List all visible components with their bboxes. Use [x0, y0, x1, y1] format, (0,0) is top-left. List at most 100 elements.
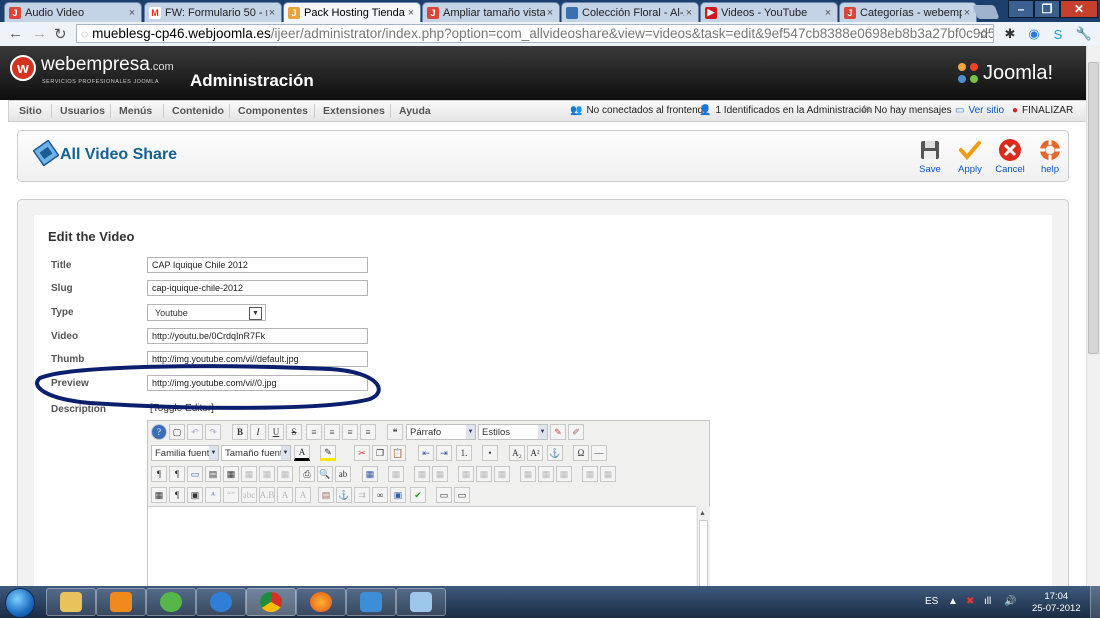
superscript-icon[interactable]: A² — [527, 445, 543, 461]
taskbar-internet-explorer[interactable] — [196, 588, 246, 616]
cancel-button[interactable]: Cancel — [990, 138, 1030, 175]
paste-icon[interactable]: 📋 — [390, 445, 406, 461]
row-props-icon[interactable]: ▦ — [388, 466, 404, 482]
close-icon[interactable]: × — [962, 7, 972, 19]
browser-tab[interactable]: J Audio Video × — [4, 2, 142, 22]
redo-icon[interactable]: ↷ — [205, 424, 221, 440]
pagebreak-icon[interactable]: ⇉ — [354, 487, 370, 503]
taskbar-chrome[interactable] — [246, 588, 296, 616]
menu-contenido[interactable]: Contenido — [172, 105, 224, 117]
table-icon[interactable]: ▦ — [362, 466, 378, 482]
close-icon[interactable]: × — [823, 7, 833, 19]
blockquote-icon[interactable]: ❝ — [387, 424, 403, 440]
show-desktop-button[interactable] — [1090, 586, 1100, 618]
menu-componentes[interactable]: Componentes — [238, 105, 308, 117]
copy-icon[interactable]: ❐ — [372, 445, 388, 461]
close-window-button[interactable]: ✕ — [1060, 0, 1098, 18]
delete-col-icon[interactable]: ▦ — [494, 466, 510, 482]
layer-icon[interactable]: ▦ — [223, 466, 239, 482]
taskbar-app-notes[interactable] — [396, 588, 446, 616]
move-forward-icon[interactable]: ▦ — [241, 466, 257, 482]
move-backward-icon[interactable]: ▦ — [259, 466, 275, 482]
delete-text-icon[interactable]: A — [277, 487, 293, 503]
anchor-icon[interactable]: ⚓ — [547, 445, 563, 461]
align-center-icon[interactable]: ≡ — [324, 424, 340, 440]
delete-row-icon[interactable]: ▦ — [458, 466, 474, 482]
toggle-editor-link[interactable]: [Toggle Editor] — [150, 403, 214, 414]
view-site-link[interactable]: ▭ Ver sitio — [955, 105, 1004, 116]
visual-blocks-icon[interactable]: ▦ — [151, 487, 167, 503]
language-indicator[interactable]: ES — [925, 596, 938, 607]
styles-select[interactable]: Estilos ▼ — [478, 424, 548, 440]
title-input[interactable] — [147, 257, 368, 273]
menu-usuarios[interactable]: Usuarios — [60, 105, 105, 117]
reload-icon[interactable]: ↻ — [54, 25, 67, 43]
close-icon[interactable]: × — [127, 7, 137, 19]
new-document-icon[interactable]: ▢ — [169, 424, 185, 440]
browser-tab[interactable]: ▶ Videos - YouTube × — [700, 2, 838, 22]
brush-icon[interactable]: ✐ — [568, 424, 584, 440]
indent-icon[interactable]: ⇥ — [436, 445, 452, 461]
fullscreen-icon[interactable]: ▭ — [187, 466, 203, 482]
cite-icon[interactable]: “” — [223, 487, 239, 503]
insert-image-icon[interactable]: ▣ — [187, 487, 203, 503]
absolute-icon[interactable]: ▦ — [277, 466, 293, 482]
bullet-list-icon[interactable]: • — [482, 445, 498, 461]
media-icon[interactable]: ▣ — [390, 487, 406, 503]
replace-icon[interactable]: ab — [335, 466, 351, 482]
scroll-up-icon[interactable]: ▲ — [699, 510, 706, 517]
volume-icon[interactable]: 🔊 — [1004, 596, 1016, 607]
taskbar-app-arrow[interactable] — [346, 588, 396, 616]
template-icon[interactable]: ▭ — [436, 487, 452, 503]
browser-tab[interactable]: J Categorías - webempre× — [839, 2, 977, 22]
eye-extension-icon[interactable]: ◉ — [1026, 26, 1042, 42]
special-char-icon[interactable]: Ω — [573, 445, 589, 461]
split-cells-icon[interactable]: ▦ — [520, 466, 536, 482]
highlight-color-icon[interactable]: ✎ — [320, 445, 336, 461]
save-button[interactable]: Save — [910, 138, 950, 175]
insert-col-icon[interactable]: ▦ — [476, 466, 492, 482]
table-delete-icon[interactable]: ▦ — [556, 466, 572, 482]
abbr-icon[interactable]: abc — [241, 487, 257, 503]
rtl-icon[interactable]: ¶ — [169, 466, 185, 482]
cell-props-icon[interactable]: ▦ — [414, 466, 430, 482]
preview-icon[interactable]: ▤ — [205, 466, 221, 482]
windows-start-button[interactable] — [5, 588, 35, 618]
close-icon[interactable]: × — [267, 7, 277, 19]
insert-text-icon[interactable]: A — [295, 487, 311, 503]
align-left-icon[interactable]: ≡ — [342, 424, 358, 440]
acronym-icon[interactable]: A.B — [259, 487, 275, 503]
logout-link[interactable]: ● FINALIZAR — [1012, 105, 1073, 116]
taskbar-messenger[interactable] — [146, 588, 196, 616]
taskbar-explorer[interactable] — [46, 588, 96, 616]
spider-extension-icon[interactable]: ✱ — [1002, 26, 1018, 42]
underline-icon[interactable]: U — [268, 424, 284, 440]
back-arrow-icon[interactable]: ← — [8, 25, 23, 42]
maximize-button[interactable]: ❐ — [1034, 0, 1060, 18]
menu-sitio[interactable]: Sitio — [19, 105, 42, 117]
ltr-icon[interactable]: ¶ — [151, 466, 167, 482]
menu-menus[interactable]: Menús — [119, 105, 152, 117]
minimize-button[interactable]: – — [1008, 0, 1034, 18]
strikethrough-icon[interactable]: S — [286, 424, 302, 440]
skype-icon[interactable]: S — [1050, 26, 1066, 42]
link-icon[interactable]: ∞ — [372, 487, 388, 503]
close-icon[interactable]: × — [684, 7, 694, 19]
taskbar-media-player[interactable] — [96, 588, 146, 616]
browser-tab[interactable]: M FW: Formulario 50 - n × — [144, 2, 282, 22]
font-family-select[interactable]: Familia fuente ▼ — [151, 445, 219, 461]
browser-tab[interactable]: Colección Floral - Al-A × — [561, 2, 699, 22]
apply-button[interactable]: Apply — [950, 138, 990, 175]
insert-row-icon[interactable]: ▦ — [432, 466, 448, 482]
italic-icon[interactable]: I — [250, 424, 266, 440]
star-icon[interactable]: ☆ — [976, 26, 992, 42]
video-url-input[interactable] — [147, 328, 368, 344]
tray-expand-icon[interactable]: ▲ — [948, 596, 958, 607]
browser-tab-active[interactable]: J Pack Hosting Tienda B × — [283, 2, 421, 22]
help-icon[interactable]: ? — [151, 424, 167, 440]
type-select[interactable]: Youtube ▼ — [147, 304, 266, 321]
attribs-icon[interactable]: ▤ — [318, 487, 334, 503]
spellcheck-icon[interactable]: ᴬ — [205, 487, 221, 503]
cut-icon[interactable]: ✂ — [354, 445, 370, 461]
address-bar[interactable]: ◌ mueblesg-cp46.webjoomla.es/ijeer/admin… — [76, 24, 994, 43]
